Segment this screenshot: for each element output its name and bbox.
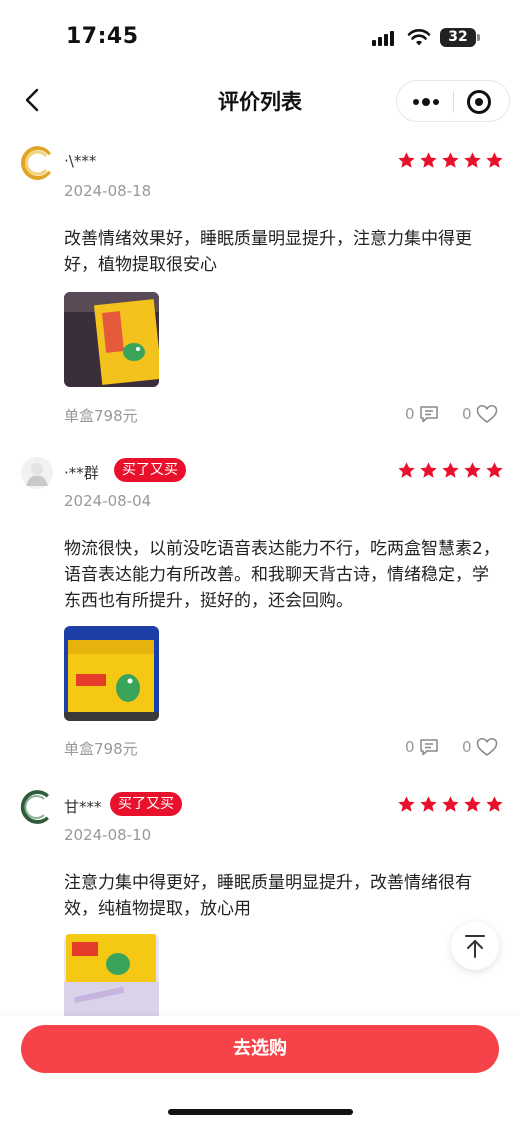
review-content: 物流很快，以前没吃语音表达能力不行，吃两盒智慧素2，语音表达能力有所改善。和我聊… [64,539,500,611]
comment-count[interactable]: 0 [405,404,439,424]
home-indicator [168,1109,353,1115]
star-icon [486,152,503,168]
comment-count-value: 0 [405,738,415,756]
miniprogram-capsule [396,80,510,122]
repurchase-badge: 买了又买 [114,458,186,482]
review-photo[interactable] [64,934,159,1016]
star-icon [442,462,459,478]
rating-stars [397,151,504,171]
close-target-icon[interactable] [467,90,491,114]
comment-icon [419,739,438,756]
go-shopping-button[interactable]: 去选购 [21,1025,499,1073]
star-icon [398,796,415,812]
nav-bar: 评价列表 [0,74,520,128]
battery-cap [477,34,480,41]
battery-icon: 32 [440,28,476,47]
star-icon [464,796,481,812]
arrow-up-icon [465,935,485,958]
status-bar: 17:45 32 [0,0,520,74]
like-count[interactable]: 0 [462,404,498,424]
review-content: 注意力集中得更好，睡眠质量明显提升，改善情绪很有效，纯植物提取，放心用 [64,873,472,919]
review-date: 2024-08-10 [64,826,152,844]
rating-stars [397,461,504,481]
repurchase-badge: 买了又买 [110,792,182,816]
avatar [20,146,54,180]
star-icon [486,462,503,478]
comment-icon [419,406,438,423]
star-icon [442,796,459,812]
star-icon [398,462,415,478]
star-icon [464,462,481,478]
review-username: 甘*** [64,798,102,816]
comment-count-value: 0 [405,405,415,423]
bottom-bar: 去选购 [0,1016,520,1127]
heart-icon [476,738,497,756]
star-icon [464,152,481,168]
star-icon [398,152,415,168]
status-time: 17:45 [66,24,139,49]
review-content: 改善情绪效果好，睡眠质量明显提升，注意力集中得更好，植物提取很安心 [64,229,472,275]
review-date: 2024-08-18 [64,182,152,200]
like-count-value: 0 [462,738,472,756]
review-username: ·**群 [64,464,99,482]
review-item: ·**群 买了又买 2024-08-04 物流很快，以前没吃语音表达能力不行，吃… [0,456,520,766]
star-icon [420,796,437,812]
review-date: 2024-08-04 [64,492,152,510]
like-count[interactable]: 0 [462,737,498,757]
star-icon [420,152,437,168]
review-item: ·\*** 2024-08-18 改善情绪效果好，睡眠质量明显提升，注意力集中得… [0,146,520,436]
star-icon [486,796,503,812]
review-username: ·\*** [64,152,97,170]
star-icon [442,152,459,168]
rating-stars [397,795,504,815]
review-photo[interactable] [64,626,159,721]
more-dots-icon[interactable] [397,81,453,121]
capsule-divider [453,91,454,113]
avatar [20,456,54,490]
review-photo[interactable] [64,292,159,387]
star-icon [420,462,437,478]
signal-icon [372,30,398,46]
review-item: 甘*** 买了又买 2024-08-10 注意力集中得更好，睡眠质量明显提升，改… [0,790,520,1016]
like-count-value: 0 [462,405,472,423]
back-to-top-button[interactable] [451,922,499,970]
review-price: 单盒798元 [64,407,138,425]
comment-count[interactable]: 0 [405,737,439,757]
review-price: 单盒798元 [64,740,138,758]
avatar [20,790,54,824]
wifi-icon [407,29,431,46]
heart-icon [476,405,497,423]
